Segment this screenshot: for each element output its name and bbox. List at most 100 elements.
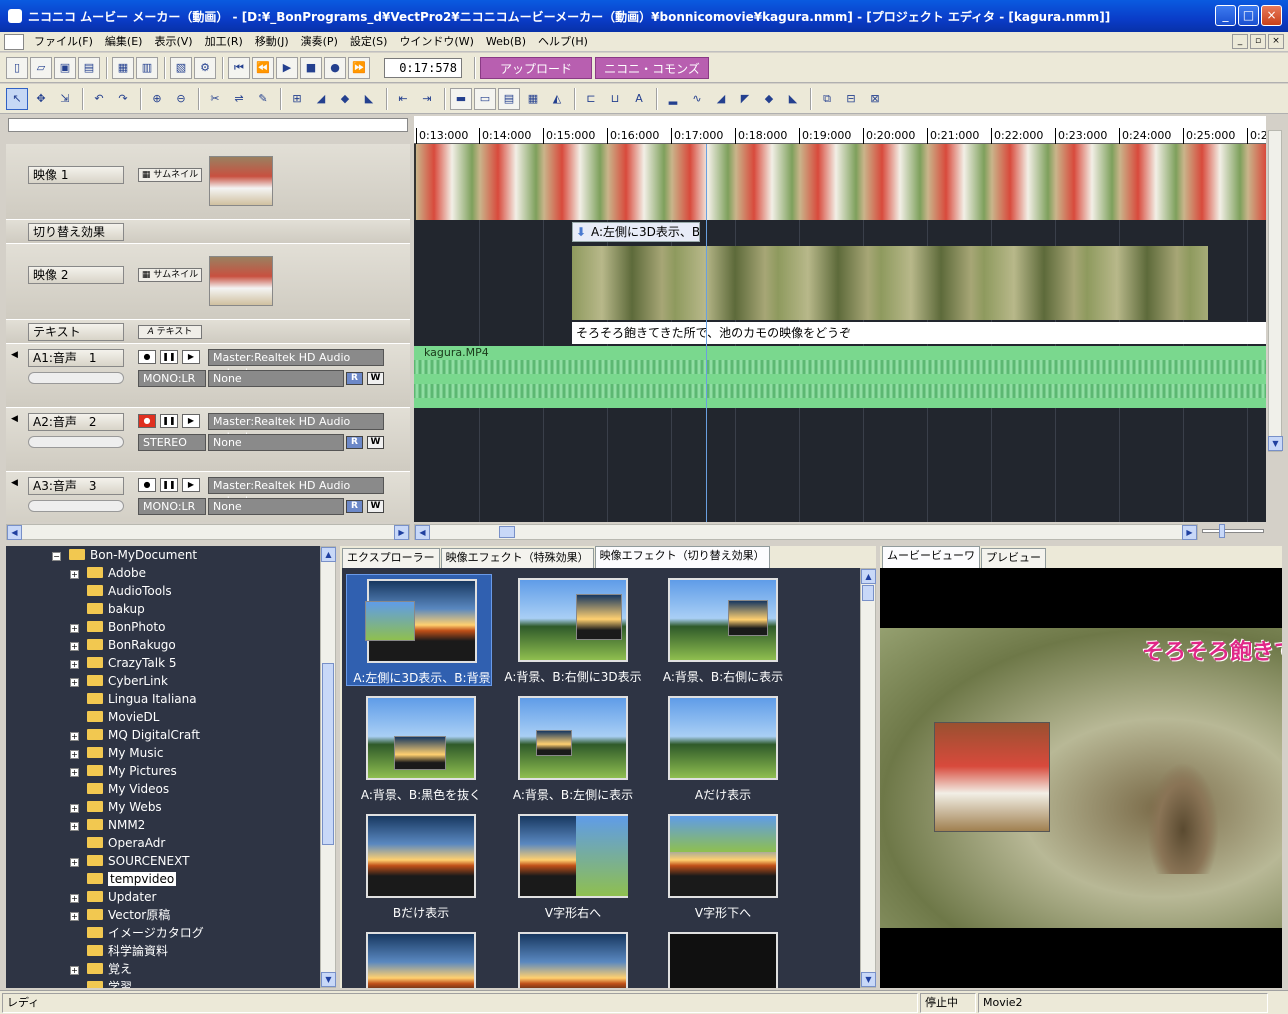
tree-item[interactable]: + My Music [70, 744, 163, 762]
tree-item[interactable]: 学習 [70, 978, 132, 988]
audio2-effect-select[interactable]: None [208, 434, 344, 451]
tree-vscroll[interactable]: ▲ ▼ [320, 546, 336, 988]
timeline-vscroll[interactable] [1268, 130, 1282, 452]
scroll-left-icon[interactable]: ◀ [7, 525, 22, 540]
jump-next-icon[interactable]: ⇥ [416, 88, 438, 110]
stop-icon[interactable]: ■ [300, 56, 322, 79]
scroll-up-icon[interactable]: ▲ [321, 547, 336, 562]
effect-item[interactable] [346, 928, 492, 988]
move-tool-icon[interactable]: ✥ [30, 88, 52, 110]
expand-toggle[interactable]: + [70, 822, 79, 831]
scroll-down-icon[interactable]: ▼ [1268, 436, 1283, 451]
tree-item[interactable]: + NMM2 [70, 816, 145, 834]
redo-icon[interactable]: ↷ [112, 88, 134, 110]
effects-vscroll[interactable]: ▲ ▼ [860, 568, 876, 988]
movie-settings-icon[interactable]: ▦ [112, 56, 134, 79]
effect-item[interactable]: Aだけ表示 [648, 692, 794, 804]
tab-movie-viewer[interactable]: ムービービューワ [882, 546, 980, 568]
menu-window[interactable]: ウインドウ(W) [393, 33, 479, 51]
open-folder-icon[interactable]: ▱ [30, 56, 52, 79]
effect-item[interactable]: A:背景、B:黒色を抜く [346, 692, 492, 804]
effect-item[interactable]: V字形右へ [498, 810, 644, 922]
rewind-icon[interactable]: ⏪ [252, 56, 274, 79]
cut-icon[interactable]: ✂ [204, 88, 226, 110]
audio1-read-button[interactable]: R [346, 372, 363, 385]
tab-explorer[interactable]: エクスプローラー [342, 548, 440, 568]
eraser-icon[interactable]: ✎ [252, 88, 274, 110]
upload-button[interactable]: アップロード [480, 56, 592, 79]
volume-mix-icon[interactable]: ◆ [758, 88, 780, 110]
mdi-restore-button[interactable]: ▫ [1250, 34, 1266, 49]
tree-item[interactable]: 科学論資料 [70, 942, 168, 960]
tree-item[interactable]: bakup [70, 600, 145, 618]
tree-item[interactable]: + CyberLink [70, 672, 168, 690]
timeline-hscroll[interactable]: ◀ ▶ [414, 524, 1198, 540]
track-name-field[interactable] [8, 118, 408, 132]
menu-web[interactable]: Web(B) [480, 33, 532, 51]
time-ruler[interactable]: 0:13:000 0:14:000 0:15:000 0:16:000 0:17… [414, 116, 1266, 144]
audio2-mode-select[interactable]: STEREO [138, 434, 206, 451]
split-icon[interactable]: ⇌ [228, 88, 250, 110]
tree-item[interactable]: + Vector原稿 [70, 906, 170, 924]
audio3-mode-select[interactable]: MONO:LR [138, 498, 206, 515]
range-tool-icon[interactable]: ⇲ [54, 88, 76, 110]
menu-edit[interactable]: 編集(E) [99, 33, 149, 51]
audio1-write-button[interactable]: W [367, 372, 384, 385]
menu-view[interactable]: 表示(V) [148, 33, 198, 51]
scroll-left-icon[interactable]: ◀ [415, 525, 430, 540]
audio1-pause-button[interactable]: ❚❚ [160, 350, 178, 364]
maximize-button[interactable]: □ [1238, 5, 1259, 26]
scroll-down-icon[interactable]: ▼ [321, 972, 336, 987]
volume-up-icon[interactable]: ◢ [710, 88, 732, 110]
grid-icon[interactable]: ▦ [522, 88, 544, 110]
effect-item[interactable] [648, 928, 794, 988]
mdi-close-button[interactable]: × [1268, 34, 1284, 49]
tree-item[interactable]: OperaAdr [70, 834, 165, 852]
audio1-output-select[interactable]: Master:Realtek HD Audio output [208, 349, 384, 379]
volume-down-icon[interactable]: ◣ [782, 88, 804, 110]
audio2-solo-button[interactable]: ▶ [182, 414, 200, 428]
render-icon[interactable]: ⚙ [194, 56, 216, 79]
text-edit-button[interactable]: A テキスト [138, 325, 202, 339]
audio3-write-button[interactable]: W [367, 500, 384, 513]
fade-cross-icon[interactable]: ◆ [334, 88, 356, 110]
audio3-output-select[interactable]: Master:Realtek HD Audio output [208, 477, 384, 507]
video1-clip[interactable] [414, 144, 1266, 220]
collapse-arrow-icon[interactable]: ◀ [11, 478, 18, 488]
tree-item[interactable]: + 覚え [70, 960, 132, 978]
level-meter-icon[interactable]: ▂ [662, 88, 684, 110]
export-icon[interactable]: ▥ [136, 56, 158, 79]
audio1-clip[interactable]: kagura.MP4 [414, 346, 1266, 408]
expand-toggle[interactable]: + [70, 624, 79, 633]
scroll-up-icon[interactable]: ▲ [861, 569, 876, 584]
menu-file[interactable]: ファイル(F) [28, 33, 99, 51]
new-file-icon[interactable]: ▯ [6, 56, 28, 79]
track-hscroll[interactable]: ◀ ▶ [6, 524, 410, 540]
tab-transition-effects[interactable]: 映像エフェクト（切り替え効果） [594, 546, 770, 568]
view-mode-1-icon[interactable]: ▬ [450, 87, 472, 110]
expand-toggle[interactable]: + [70, 570, 79, 579]
tree-item[interactable]: MovieDL [70, 708, 159, 726]
insert-track-icon[interactable]: ⊟ [840, 88, 862, 110]
zoom-in-icon[interactable]: ⊕ [146, 88, 168, 110]
video1-thumbnail-button[interactable]: ▦ サムネイル [138, 168, 202, 182]
tree-item[interactable]: + SOURCENEXT [70, 852, 189, 870]
close-button[interactable]: × [1261, 5, 1282, 26]
audio3-record-button[interactable]: ● [138, 478, 156, 492]
audio3-pause-button[interactable]: ❚❚ [160, 478, 178, 492]
text-style-icon[interactable]: A [628, 88, 650, 110]
audio2-pause-button[interactable]: ❚❚ [160, 414, 178, 428]
expand-toggle[interactable]: + [70, 912, 79, 921]
fast-forward-icon[interactable]: ⏩ [348, 56, 370, 79]
tree-item[interactable]: + BonPhoto [70, 618, 165, 636]
jump-prev-icon[interactable]: ⇤ [392, 88, 414, 110]
scroll-down-icon[interactable]: ▼ [861, 972, 876, 987]
menu-move[interactable]: 移動(J) [249, 33, 295, 51]
effect-item[interactable]: A:背景、B:右側に表示 [648, 574, 794, 686]
audio1-mode-select[interactable]: MONO:LR [138, 370, 206, 387]
tree-item[interactable]: + Adobe [70, 564, 146, 582]
audio3-read-button[interactable]: R [346, 500, 363, 513]
collapse-arrow-icon[interactable]: ◀ [11, 414, 18, 424]
tree-item[interactable]: tempvideo [70, 870, 177, 888]
expand-toggle[interactable]: + [70, 768, 79, 777]
